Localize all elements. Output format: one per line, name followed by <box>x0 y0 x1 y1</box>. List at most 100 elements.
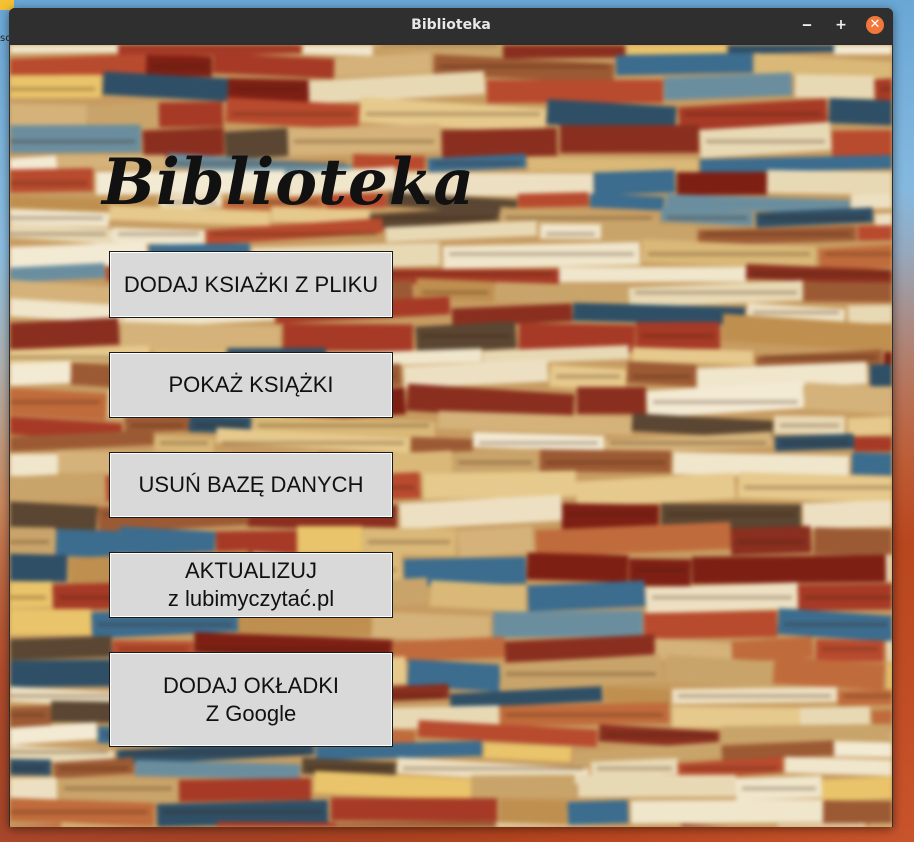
book-spine-stripe <box>123 750 308 754</box>
book-spine <box>422 470 577 500</box>
book-spine <box>784 756 892 778</box>
book-spine <box>626 45 727 55</box>
minimize-button[interactable]: ‒ <box>798 16 816 34</box>
book-spine-stripe <box>685 112 821 116</box>
book-spine-stripe <box>506 713 663 717</box>
book-spine <box>721 723 891 744</box>
book-spine-stripe <box>10 540 49 544</box>
book-spine <box>803 382 892 421</box>
book-spine <box>885 553 892 582</box>
book-spine-stripe <box>881 87 892 91</box>
book-spine-stripe <box>642 334 714 338</box>
close-button[interactable]: ✕ <box>866 16 884 34</box>
book-spine <box>615 52 754 76</box>
book-spine <box>158 101 224 128</box>
book-spine-stripe <box>308 767 390 770</box>
book-spine <box>10 581 53 609</box>
book-spine-stripe <box>648 252 810 256</box>
add-covers-from-google-button[interactable]: DODAJ OKŁADKI Z Google <box>109 652 393 747</box>
book-spine <box>631 347 754 365</box>
book-spine-stripe <box>118 232 199 236</box>
book-spine <box>526 552 629 583</box>
book-spine <box>492 610 644 638</box>
book-spine-stripe <box>163 810 322 814</box>
book-spine <box>643 610 778 640</box>
book-spine <box>178 777 312 803</box>
book-spine-stripe <box>635 568 685 572</box>
book-spine <box>487 80 663 103</box>
book-spine-stripe <box>652 596 792 599</box>
book-spine-stripe <box>232 112 353 116</box>
book-spine <box>296 525 363 554</box>
book-spine-stripe <box>706 140 825 143</box>
book-spine <box>308 70 486 105</box>
book-spine <box>335 820 497 827</box>
book-spine <box>539 223 602 240</box>
book-spine <box>869 361 892 387</box>
book-spine <box>794 74 875 99</box>
book-spine-stripe <box>294 140 434 143</box>
book-spine <box>680 823 779 827</box>
window-titlebar[interactable]: Biblioteka ‒ + ✕ <box>9 8 893 43</box>
book-spine-stripe <box>742 787 816 790</box>
book-spine-stripe <box>752 272 889 276</box>
book-spine-stripe <box>10 216 103 220</box>
book-spine-stripe <box>610 441 766 445</box>
book-spine <box>630 799 824 824</box>
book-spine <box>833 45 892 55</box>
button-label-line1: USUŃ BAZĘ DANYCH <box>138 472 364 497</box>
book-spine <box>589 193 665 211</box>
book-spine-stripe <box>844 694 892 698</box>
book-spine <box>212 53 335 79</box>
book-spine-stripe <box>890 356 892 359</box>
book-spine-stripe <box>762 356 876 359</box>
book-spine-stripe <box>458 461 532 464</box>
book-spine <box>282 323 414 352</box>
book-spine-stripe <box>124 45 295 47</box>
book-spine-stripe <box>10 232 106 236</box>
book-spine-stripe <box>195 424 245 427</box>
update-from-lubimyczytac-button[interactable]: AKTUALIZUJ z lubimyczytać.pl <box>109 552 393 618</box>
book-spine-stripe <box>440 65 608 68</box>
book-spine <box>10 824 62 827</box>
book-spine <box>10 453 59 477</box>
button-label-line2: Z Google <box>205 700 297 726</box>
book-spine <box>502 45 626 59</box>
book-spine-stripe <box>381 45 497 47</box>
window-title: Biblioteka <box>411 17 491 33</box>
book-spine-stripe <box>704 232 850 236</box>
book-spine-stripe <box>10 87 95 91</box>
book-spine <box>10 635 113 662</box>
book-spine-stripe <box>635 291 797 294</box>
book-spine-stripe <box>825 252 892 256</box>
show-books-button[interactable]: POKAŻ KSIĄŻKI <box>109 352 393 418</box>
book-spine-stripe <box>160 441 208 445</box>
book-spine-stripe <box>780 424 839 427</box>
delete-database-button[interactable]: USUŃ BAZĘ DANYCH <box>109 452 393 518</box>
book-spine-stripe <box>556 375 620 378</box>
maximize-button[interactable]: + <box>832 16 850 34</box>
book-spine <box>577 774 737 798</box>
book-spine <box>850 193 892 209</box>
book-spine <box>847 304 892 324</box>
book-spine <box>576 386 647 415</box>
book-spine <box>676 171 768 196</box>
book-spine <box>10 168 94 193</box>
button-label-line1: DODAJ KSIAŻKI Z PLIKU <box>123 271 379 297</box>
book-spine-stripe <box>684 767 777 770</box>
book-spine <box>828 97 892 130</box>
add-books-from-file-button[interactable]: DODAJ KSIAŻKI Z PLIKU <box>109 251 393 318</box>
book-spine-stripe <box>119 647 187 651</box>
book-spine-stripe <box>422 291 488 294</box>
book-spine <box>494 281 630 307</box>
book-spine <box>773 656 885 691</box>
book-spine <box>10 471 107 505</box>
book-spine-stripe <box>506 672 656 676</box>
book-spine <box>517 192 590 208</box>
book-spine-stripe <box>753 311 839 314</box>
book-spine-stripe <box>98 623 232 626</box>
book-spine <box>886 662 892 691</box>
button-label-line2: z lubimyczytać.pl <box>167 586 335 611</box>
book-spine <box>483 743 572 762</box>
book-spine <box>499 798 568 825</box>
